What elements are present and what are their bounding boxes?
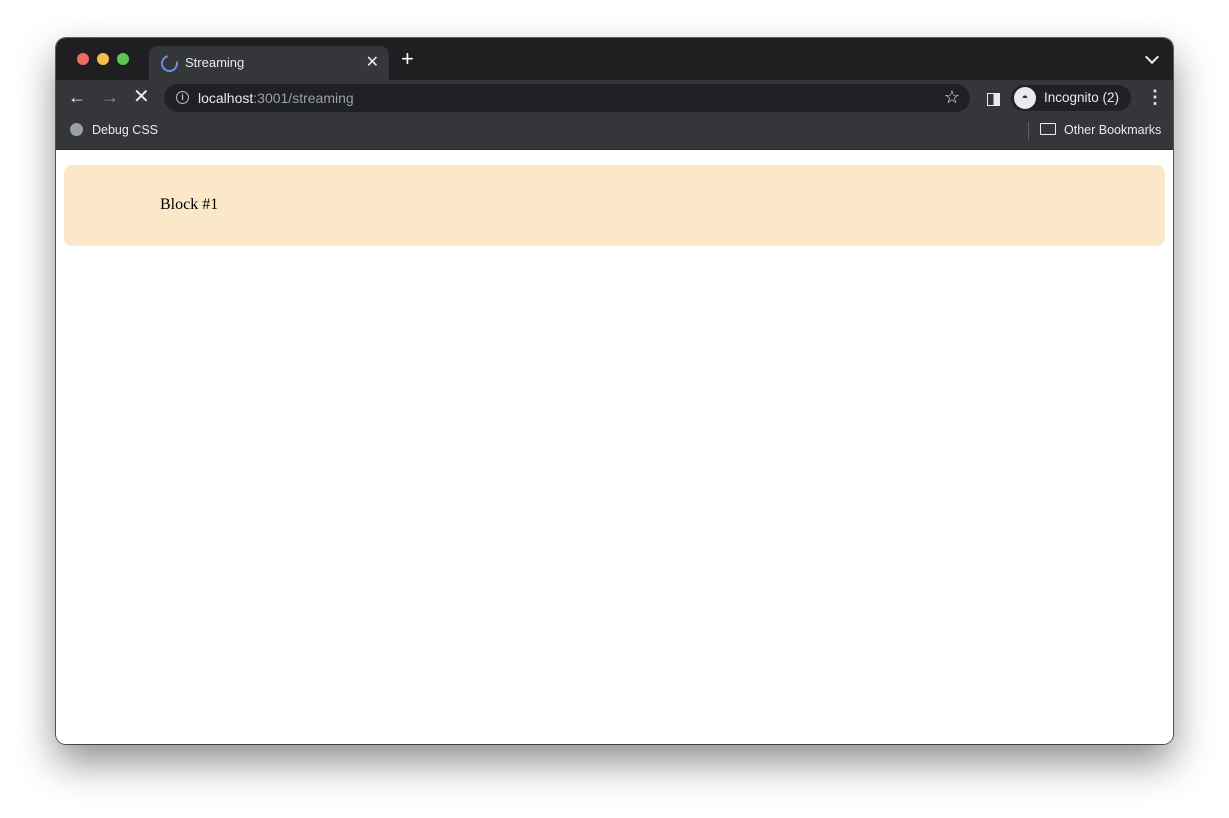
close-window-button[interactable] <box>77 53 89 65</box>
loading-spinner-icon <box>157 51 182 76</box>
incognito-profile-button[interactable]: ◓ Incognito (2) <box>1011 85 1131 111</box>
bookmarks-bar: Debug CSS Other Bookmarks <box>56 116 1173 150</box>
other-bookmarks-button[interactable]: Other Bookmarks <box>1040 123 1161 137</box>
bookmark-debug-css[interactable]: Debug CSS <box>70 123 158 137</box>
maximize-window-button[interactable] <box>117 53 129 65</box>
side-panel-icon[interactable] <box>987 93 1000 106</box>
tab-title: Streaming <box>185 55 245 70</box>
site-info-icon[interactable]: i <box>176 91 189 104</box>
tab-strip: Streaming ✕ + <box>56 38 1173 80</box>
globe-icon <box>70 123 83 136</box>
browser-menu-icon[interactable]: ⋮ <box>1146 87 1164 107</box>
bookmark-star-icon[interactable]: ☆ <box>944 87 960 108</box>
url-host: localhost <box>198 90 254 106</box>
incognito-icon: ◓ <box>1014 87 1036 109</box>
content-block: Block #1 <box>64 165 1165 246</box>
bookmark-label: Other Bookmarks <box>1064 123 1162 137</box>
url-path: :3001/streaming <box>253 90 354 106</box>
toolbar: ← → ✕ i localhost:3001/streaming ☆ ◓ Inc… <box>56 80 1173 116</box>
browser-window: Streaming ✕ + ← → ✕ i localhost:3001/str… <box>56 38 1173 744</box>
back-button[interactable]: ← <box>68 86 86 108</box>
minimize-window-button[interactable] <box>97 53 109 65</box>
new-tab-button[interactable]: + <box>401 48 414 70</box>
block-label: Block #1 <box>160 196 219 213</box>
tab-streaming[interactable]: Streaming ✕ <box>149 46 389 80</box>
tab-search-chevron-icon[interactable] <box>1144 49 1160 65</box>
url-text[interactable]: localhost:3001/streaming <box>198 90 354 106</box>
address-bar[interactable]: i localhost:3001/streaming ☆ <box>164 84 970 112</box>
forward-button[interactable]: → <box>101 86 119 108</box>
bookmark-label: Debug CSS <box>92 123 159 137</box>
stop-loading-button[interactable]: ✕ <box>133 86 150 108</box>
page-content: Block #1 <box>56 150 1173 744</box>
bookmarks-divider <box>1028 122 1029 140</box>
folder-icon <box>1040 123 1056 135</box>
close-tab-icon[interactable]: ✕ <box>366 52 379 72</box>
incognito-label: Incognito (2) <box>1044 90 1120 105</box>
